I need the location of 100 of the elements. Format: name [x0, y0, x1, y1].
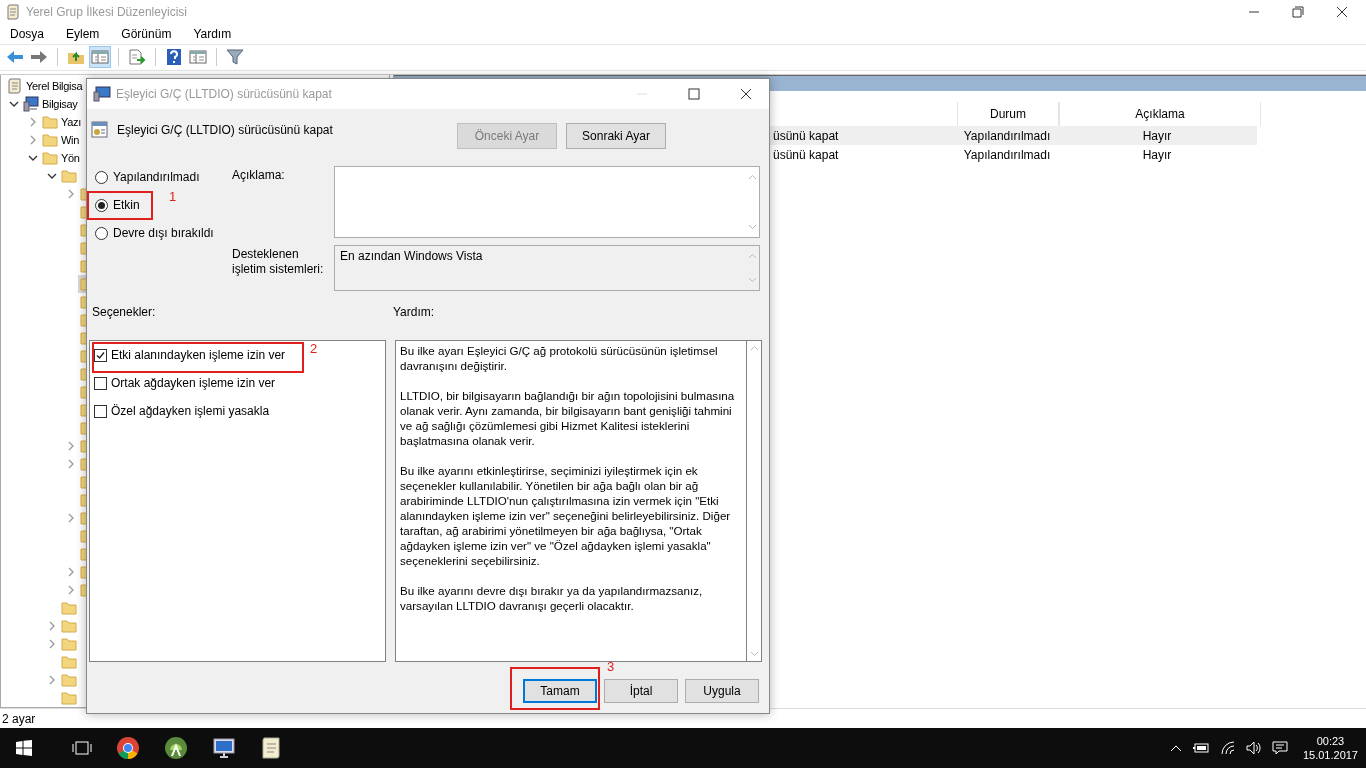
menu-item[interactable]: Yardım	[187, 26, 239, 41]
help-paragraph: LLTDIO, bir bilgisayarın bağlandığı bir ağın topolojisini bulmasına olanak verir. Aynı zamanda, bir bilgisayarın bant genişliği tahmini ve ağ sağlığı çözümlemesi gibi Hizmet Kalitesi isteklerini başlatmasına olanak verir.	[400, 388, 736, 448]
tree-item[interactable]: Win	[40, 131, 83, 150]
chevron-right-icon[interactable]	[28, 135, 38, 146]
menu-item[interactable]: Görünüm	[115, 26, 179, 41]
table-cell-text: Yapılandırılmadı	[962, 147, 1052, 162]
chevron-right-icon[interactable]	[47, 675, 57, 686]
chevron-up-icon[interactable]	[1169, 743, 1182, 753]
tree-item[interactable]	[59, 653, 80, 672]
help-paragraph: Bu ilke ayarını etkinleştirirse, seçiminizi iyileştirmek için ek seçenekler kullanılabilir. Yönetilen bir ağa bağlı olan bir ağ arabiriminde LLTDIO'nun çalıştırılmasına izin vermek için "Etki alanındayken işleme izin ver" seçeneğini belirleyebilirsiniz. Diğer taraftan, ağ arabirimi yönetilmeyen bir ağa bağlıysa, "Ortak ağdayken işleme izin ver" ve "Özel ağdayken işlemi yasakla" seçeneklerini seçebilirsiniz.	[400, 463, 732, 568]
robot-icon[interactable]	[164, 736, 188, 760]
wifi-icon[interactable]	[1219, 741, 1236, 755]
chevron-right-icon[interactable]	[66, 459, 76, 470]
monitor-icon[interactable]	[212, 736, 236, 760]
chevron-right-icon[interactable]	[47, 621, 57, 632]
menu-item[interactable]: Dosya	[4, 26, 51, 41]
close-icon[interactable]	[740, 88, 752, 100]
tree-item[interactable]	[59, 617, 80, 636]
radio-button[interactable]	[95, 170, 108, 184]
folder-icon	[42, 114, 58, 131]
task-view-icon[interactable]	[72, 740, 92, 756]
maximize-icon[interactable]	[688, 88, 700, 100]
status-text: 2 ayar	[2, 711, 36, 726]
speaker-icon[interactable]	[1245, 741, 1262, 755]
folder-icon	[42, 132, 58, 149]
step-number: 1	[169, 189, 177, 204]
folder-icon	[61, 654, 77, 671]
folder-icon	[61, 618, 77, 635]
chevron-right-icon[interactable]	[66, 513, 76, 524]
tree-item[interactable]: Yazı	[40, 113, 84, 132]
radio-label[interactable]: Etkin	[113, 198, 140, 212]
section-label: Seçenekler:	[92, 305, 157, 319]
dialog-button[interactable]: İptal	[604, 679, 678, 703]
checkbox-label[interactable]: Ortak ağdayken işleme izin ver	[111, 376, 276, 390]
scroll-down-icon[interactable]	[749, 651, 759, 657]
chevron-right-icon[interactable]	[28, 117, 38, 128]
tree-item[interactable]	[59, 671, 80, 690]
field-label: Desteklenen işletim sistemleri:	[232, 246, 325, 278]
comment-field[interactable]	[334, 166, 760, 238]
radio-button[interactable]	[95, 226, 108, 240]
scroll-icon	[6, 3, 20, 20]
close-icon[interactable]	[1336, 5, 1348, 18]
step-number: 2	[310, 341, 318, 356]
checkbox[interactable]	[94, 404, 107, 418]
chevron-right-icon[interactable]	[66, 441, 76, 452]
tree-item[interactable]: Yön	[40, 149, 83, 168]
chevron-right-icon[interactable]	[66, 585, 76, 596]
settings-page-icon	[91, 121, 108, 138]
checkbox-label[interactable]: Özel ağdayken işlemi yasakla	[111, 404, 270, 418]
tree-item[interactable]	[59, 599, 80, 618]
nav-button[interactable]: Sonraki Ayar	[566, 123, 666, 149]
scroll-up-icon[interactable]	[749, 345, 759, 351]
scroll-icon	[7, 78, 23, 95]
dialog-button[interactable]: Tamam	[523, 679, 597, 703]
menu-item[interactable]: Eylem	[60, 26, 107, 41]
radio-label[interactable]: Devre dışı bırakıldı	[113, 226, 214, 240]
table-cell: üsünü kapat	[773, 147, 839, 162]
folder-icon	[61, 672, 77, 689]
monitor-icon	[93, 86, 111, 102]
table-cell: üsünü kapat	[773, 128, 839, 143]
clock-date: 15.01.2017	[1302, 748, 1358, 762]
folder-icon	[61, 690, 77, 707]
clock-time: 00:23	[1316, 734, 1345, 748]
help-paragraph: Bu ilke ayarı Eşleyici G/Ç ağ protokolü sürücüsünün işletimsel davranışını değiştirir.	[400, 343, 719, 373]
table-cell-text: Yapılandırılmadı	[962, 128, 1052, 143]
tree-item[interactable]: Yerel Bilgisa	[5, 77, 86, 96]
step-number: 3	[607, 659, 615, 674]
tree-item[interactable]	[59, 635, 80, 654]
window-title: Yerel Grup İlkesi Düzenleyicisi	[26, 4, 187, 19]
chevron-right-icon[interactable]	[66, 189, 76, 200]
help-paragraph: Bu ilke ayarını devre dışı bırakır ya da yapılandırmazsanız, varsayılan LLTDIO davranışı geçerli olacaktır.	[400, 583, 704, 613]
supported-platforms-text: En azından Windows Vista	[339, 248, 484, 265]
notification-icon[interactable]	[1271, 740, 1288, 756]
scroll-up-icon[interactable]	[747, 174, 757, 180]
checkbox[interactable]	[94, 348, 107, 362]
browser-icon[interactable]	[116, 736, 140, 760]
windows-start-icon[interactable]	[16, 740, 32, 756]
field-label: Açıklama:	[232, 167, 286, 184]
chevron-right-icon[interactable]	[47, 639, 57, 650]
scroll-down-icon[interactable]	[747, 224, 757, 230]
section-label: Yardım:	[393, 305, 435, 319]
dialog-title: Eşleyici G/Ç (LLTDIO) sürücüsünü kapat	[116, 87, 332, 101]
table-cell-text: Hayır	[1141, 128, 1173, 143]
computer-icon	[23, 96, 39, 113]
tree-item[interactable]	[59, 689, 80, 708]
checkbox-label[interactable]: Etki alanındayken işleme izin ver	[111, 348, 286, 362]
policy-heading: Eşleyici G/Ç (LLTDIO) sürücüsünü kapat	[117, 123, 333, 137]
radio-button[interactable]	[95, 198, 108, 212]
folder-icon	[61, 600, 77, 617]
radio-label[interactable]: Yapılandırılmadı	[113, 170, 200, 184]
dialog-button[interactable]: Uygula	[685, 679, 759, 703]
toolbar-panel-icon[interactable]	[89, 46, 111, 69]
folder-icon	[42, 150, 58, 167]
folder-icon	[61, 636, 77, 653]
restore-icon[interactable]	[1292, 5, 1304, 18]
battery-icon[interactable]	[1191, 742, 1210, 754]
tree-item[interactable]: Bilgisay	[21, 95, 81, 114]
chevron-right-icon[interactable]	[66, 567, 76, 578]
checkbox[interactable]	[94, 376, 107, 390]
scroll-icon[interactable]	[260, 736, 282, 760]
